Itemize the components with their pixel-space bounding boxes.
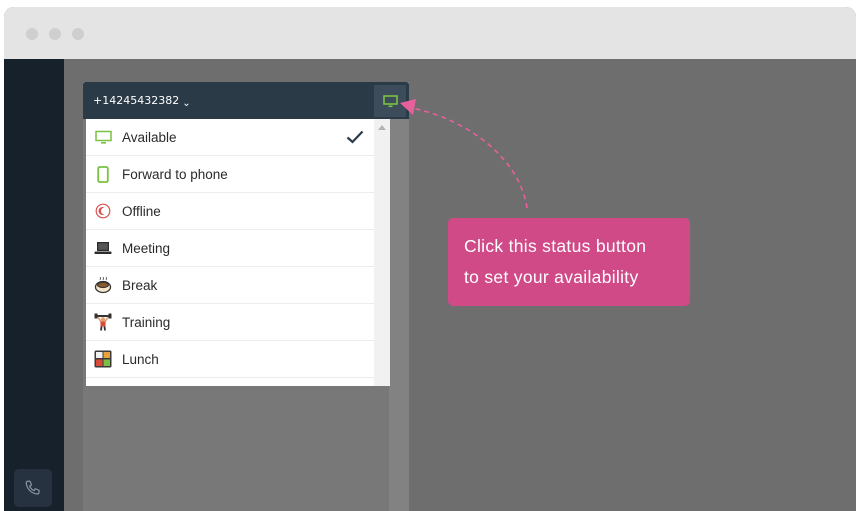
panel-header: +14245432382 ⌄ xyxy=(83,82,409,119)
weightlifter-icon xyxy=(94,313,112,331)
status-item-label: Break xyxy=(122,277,158,293)
status-item-meeting[interactable]: Meeting xyxy=(86,230,374,267)
dropdown-scrollbar[interactable] xyxy=(374,119,390,386)
title-bar xyxy=(4,7,856,59)
mobile-icon xyxy=(94,165,112,183)
window-minimize-dot[interactable] xyxy=(49,28,61,40)
bento-icon xyxy=(94,350,112,368)
status-item-training[interactable]: Training xyxy=(86,304,374,341)
dialer-panel: +14245432382 ⌄ Available Forward to phon… xyxy=(83,82,409,511)
status-item-label: Available xyxy=(122,129,177,145)
status-item-label: Lunch xyxy=(122,351,159,367)
checkmark-icon xyxy=(346,129,364,148)
callout-line-2: to set your availability xyxy=(464,267,639,287)
scroll-up-arrow-icon[interactable] xyxy=(378,125,386,130)
phone-number-text: +14245432382 xyxy=(93,94,180,107)
phone-icon xyxy=(25,480,40,495)
window-close-dot[interactable] xyxy=(26,28,38,40)
window-maximize-dot[interactable] xyxy=(72,28,84,40)
chevron-down-icon: ⌄ xyxy=(182,98,191,109)
monitor-icon xyxy=(94,128,112,146)
panel-scroll-track xyxy=(389,82,409,511)
call-button[interactable] xyxy=(14,469,52,507)
tutorial-callout: Click this status button to set your ava… xyxy=(448,218,690,306)
status-item-label: Training xyxy=(122,314,171,330)
coffee-icon xyxy=(94,276,112,294)
phone-number-selector[interactable]: +14245432382 ⌄ xyxy=(93,94,191,109)
sidebar xyxy=(4,59,64,511)
laptop-icon xyxy=(94,239,112,257)
monitor-icon xyxy=(382,94,398,107)
status-item-offline[interactable]: Offline xyxy=(86,193,374,230)
status-item-break[interactable]: Break xyxy=(86,267,374,304)
status-item-available[interactable]: Available xyxy=(86,119,374,156)
callout-line-1: Click this status button xyxy=(464,236,647,256)
status-item-forward-to-phone[interactable]: Forward to phone xyxy=(86,156,374,193)
status-item-label: Meeting xyxy=(122,240,171,256)
status-item-label: Forward to phone xyxy=(122,166,228,182)
moon-icon xyxy=(94,202,112,220)
status-item-label: Offline xyxy=(122,203,161,219)
app-content: +14245432382 ⌄ Available Forward to phon… xyxy=(4,59,856,511)
status-dropdown: Available Forward to phone Offline Meeti… xyxy=(86,119,390,386)
status-item-lunch[interactable]: Lunch xyxy=(86,341,374,378)
app-window: +14245432382 ⌄ Available Forward to phon… xyxy=(4,7,856,511)
status-button[interactable] xyxy=(374,85,406,117)
